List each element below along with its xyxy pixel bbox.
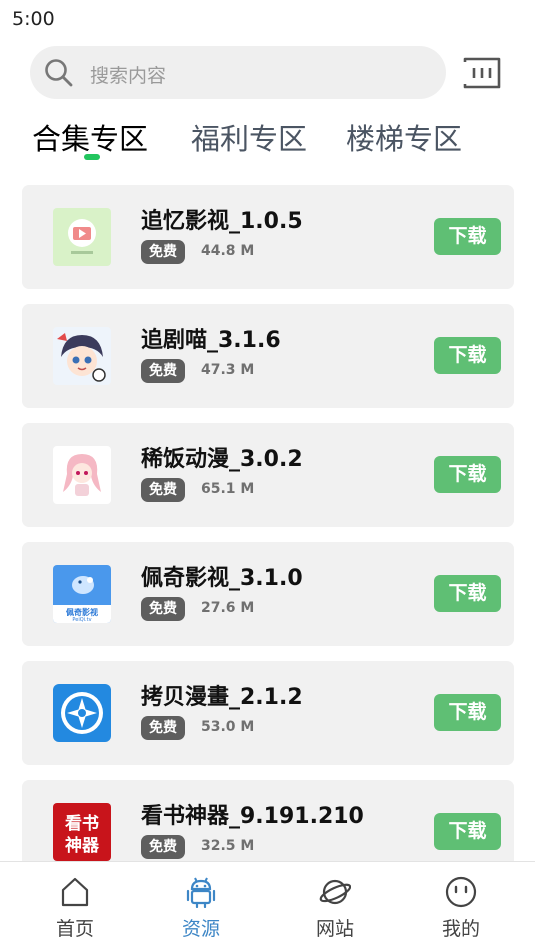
peppa-icon-subtitle: PeiQi.tv [72, 617, 91, 623]
app-card[interactable]: 稀饭动漫_3.0.2 免费 65.1 M 下载 [22, 423, 514, 527]
search-input[interactable]: 搜索内容 [30, 46, 446, 99]
tab-indicator [84, 154, 100, 160]
tab-welfare[interactable]: 福利专区 [191, 116, 307, 158]
download-button[interactable]: 下载 [434, 337, 501, 374]
tab-collection[interactable]: 合集专区 [32, 116, 148, 158]
app-name: 看书神器_9.191.210 [141, 804, 364, 829]
home-icon [61, 877, 89, 907]
app-name: 稀饭动漫_3.0.2 [141, 447, 303, 472]
nav-resources-label: 资源 [181, 918, 220, 940]
app-card[interactable]: 佩奇影视 PeiQi.tv 佩奇影视_3.1.0 免费 27.6 M 下载 [22, 542, 514, 646]
category-tabs: 合集专区 福利专区 楼梯专区 [0, 112, 535, 168]
app-card[interactable]: 拷贝漫畫_2.1.2 免费 53.0 M 下载 [22, 661, 514, 765]
book-icon-text-top: 看书 [64, 813, 99, 834]
free-badge: 免费 [141, 597, 185, 621]
peppa-icon-title: 佩奇影视 [66, 607, 98, 617]
search-icon [45, 59, 73, 87]
search-placeholder: 搜索内容 [90, 65, 167, 87]
free-badge: 免费 [141, 716, 185, 740]
nav-profile[interactable]: 我的 [411, 862, 511, 951]
planet-icon [319, 879, 351, 905]
nav-resources[interactable]: 资源 [151, 862, 251, 951]
nav-home-label: 首页 [55, 918, 94, 940]
download-button[interactable]: 下载 [434, 575, 501, 612]
bottom-nav: 首页 资源 网站 我的 [0, 861, 535, 951]
anime-avatar-icon [53, 327, 111, 385]
book-icon-text-bottom: 神器 [65, 835, 100, 856]
free-badge: 免费 [141, 835, 185, 859]
shutter-icon [53, 684, 111, 742]
app-size: 32.5 M [201, 838, 255, 854]
download-button[interactable]: 下载 [434, 456, 501, 493]
android-icon [186, 877, 216, 908]
scan-icon[interactable] [462, 56, 502, 90]
peppa-tv-icon: 佩奇影视 PeiQi.tv [53, 565, 111, 623]
nav-home[interactable]: 首页 [25, 862, 125, 951]
status-time: 5:00 [12, 8, 55, 30]
video-play-icon [53, 208, 111, 266]
search-row: 搜索内容 [0, 46, 535, 100]
app-name: 追忆影视_1.0.5 [141, 209, 303, 234]
app-name: 拷贝漫畫_2.1.2 [141, 685, 303, 710]
nav-profile-label: 我的 [441, 918, 480, 940]
status-bar: 5:00 [0, 0, 535, 36]
app-card[interactable]: 追忆影视_1.0.5 免费 44.8 M 下载 [22, 185, 514, 289]
nav-websites-label: 网站 [315, 918, 354, 940]
app-size: 27.6 M [201, 600, 255, 616]
app-name: 佩奇影视_3.1.0 [141, 566, 303, 591]
app-name: 追剧喵_3.1.6 [141, 328, 281, 353]
book-app-icon: 看书 神器 [53, 803, 111, 861]
tab-stairs[interactable]: 楼梯专区 [346, 116, 462, 158]
app-size: 65.1 M [201, 481, 255, 497]
app-size: 44.8 M [201, 243, 255, 259]
anime-girl-icon [53, 446, 111, 504]
free-badge: 免费 [141, 478, 185, 502]
nav-websites[interactable]: 网站 [285, 862, 385, 951]
download-button[interactable]: 下载 [434, 694, 501, 731]
download-button[interactable]: 下载 [434, 813, 501, 850]
app-size: 53.0 M [201, 719, 255, 735]
app-size: 47.3 M [201, 362, 255, 378]
app-card[interactable]: 追剧喵_3.1.6 免费 47.3 M 下载 [22, 304, 514, 408]
app-card[interactable]: 看书 神器 看书神器_9.191.210 免费 32.5 M 下载 [22, 780, 514, 861]
free-badge: 免费 [141, 359, 185, 383]
download-button[interactable]: 下载 [434, 218, 501, 255]
app-list: 追忆影视_1.0.5 免费 44.8 M 下载 追剧喵_3.1.6 免费 47.… [22, 185, 514, 861]
free-badge: 免费 [141, 240, 185, 264]
smiley-icon [445, 876, 477, 908]
